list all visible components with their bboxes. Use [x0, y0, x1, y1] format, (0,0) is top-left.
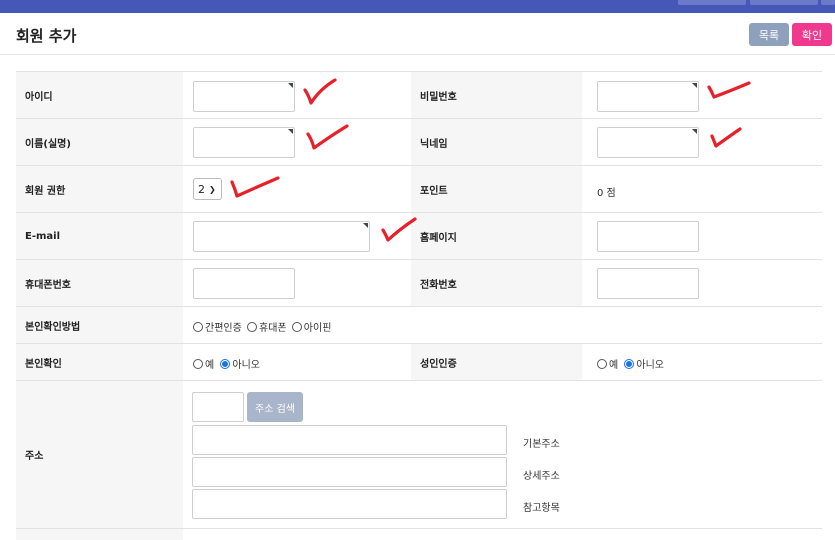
cert-type-options: 간편인증 휴대폰 아이핀	[193, 319, 331, 334]
certified-no-radio[interactable]	[220, 359, 231, 369]
address-label: 주소	[16, 381, 183, 528]
nickname-input[interactable]	[597, 127, 699, 158]
basic-address-input[interactable]	[192, 425, 507, 455]
top-nav-button[interactable]	[750, 0, 818, 5]
adult-no-label: 아니오	[636, 360, 664, 371]
cert-simple-label: 간편인증	[205, 323, 242, 334]
check-mark-icon	[306, 124, 349, 150]
id-input[interactable]	[193, 81, 295, 112]
form-row-mobile: 휴대폰번호 전화번호	[16, 260, 822, 307]
level-select[interactable]: 2 ❯	[193, 178, 222, 200]
check-mark-icon	[707, 81, 751, 99]
name-input[interactable]	[193, 127, 295, 158]
top-nav-bar	[0, 0, 835, 13]
check-mark-icon	[710, 127, 742, 148]
password-label: 비밀번호	[411, 72, 582, 118]
form-row-id: 아이디 비밀번호	[16, 72, 822, 119]
certified-options: 예 아니오	[193, 356, 260, 371]
partial-label	[16, 529, 183, 540]
cert-mobile-label: 휴대폰	[259, 323, 287, 334]
adult-yes-radio[interactable]	[597, 359, 607, 369]
cert-mobile-radio[interactable]	[247, 322, 257, 332]
point-label: 포인트	[411, 166, 582, 212]
form-row-email: E-mail 홈페이지	[16, 213, 822, 260]
homepage-input[interactable]	[597, 221, 699, 252]
form-row-level: 회원 권한 2 ❯ 포인트 0 점	[16, 166, 822, 213]
cert-ipin-label: 아이핀	[303, 323, 332, 334]
level-label: 회원 권한	[16, 166, 183, 212]
detail-address-input[interactable]	[192, 457, 507, 487]
adult-options: 예 아니오	[597, 356, 664, 371]
confirm-button[interactable]: 확인	[792, 23, 832, 46]
certified-label: 본인확인	[16, 344, 183, 380]
top-nav-button[interactable]	[678, 0, 746, 5]
top-nav-button[interactable]	[821, 0, 835, 5]
password-input[interactable]	[597, 81, 699, 112]
phone-input[interactable]	[597, 268, 699, 299]
form-row-cert-type: 본인확인방법 간편인증 휴대폰 아이핀	[16, 307, 822, 344]
check-mark-icon	[381, 217, 417, 242]
name-label: 이름(실명)	[16, 119, 183, 165]
zipcode-input[interactable]	[192, 392, 244, 422]
detail-address-label: 상세주소	[523, 471, 560, 482]
certified-no-label: 아니오	[232, 360, 260, 371]
mobile-label: 휴대폰번호	[16, 260, 183, 306]
form-row-partial	[16, 529, 822, 540]
check-mark-icon	[303, 78, 337, 105]
chevron-down-icon: ❯	[209, 184, 216, 194]
mobile-input[interactable]	[193, 268, 295, 299]
email-label: E-mail	[16, 213, 183, 259]
extra-address-input[interactable]	[192, 489, 507, 519]
form-row-name: 이름(실명) 닉네임	[16, 119, 822, 166]
adult-no-radio[interactable]	[624, 359, 635, 369]
page-header: 회원 추가 목록 확인	[0, 13, 835, 55]
certified-yes-radio[interactable]	[193, 359, 203, 369]
id-label: 아이디	[16, 72, 183, 118]
homepage-label: 홈페이지	[411, 213, 582, 259]
adult-label: 성인인증	[411, 344, 582, 380]
cert-type-label: 본인확인방법	[16, 307, 183, 343]
nickname-label: 닉네임	[411, 119, 582, 165]
phone-label: 전화번호	[411, 260, 582, 306]
cert-simple-radio[interactable]	[193, 322, 203, 332]
address-search-button[interactable]: 주소 검색	[247, 392, 303, 422]
form-row-certified: 본인확인 예 아니오 성인인증 예 아니오	[16, 344, 822, 381]
page-title: 회원 추가	[16, 27, 77, 45]
form-row-address: 주소 주소 검색 기본주소 상세주소 참고항목	[16, 381, 822, 529]
check-mark-icon	[230, 176, 280, 198]
member-form: 아이디 비밀번호 이름(실명) 닉네임 회원 권한 2 ❯ 포인트 0 점 E-…	[16, 71, 822, 540]
email-input[interactable]	[193, 221, 370, 252]
level-select-value: 2	[198, 182, 205, 196]
extra-address-label: 참고항목	[523, 503, 560, 514]
certified-yes-label: 예	[205, 360, 215, 371]
basic-address-label: 기본주소	[523, 439, 560, 450]
cert-ipin-radio[interactable]	[291, 322, 302, 332]
list-button[interactable]: 목록	[749, 23, 789, 46]
point-value: 0 점	[597, 188, 616, 199]
adult-yes-label: 예	[609, 360, 619, 371]
